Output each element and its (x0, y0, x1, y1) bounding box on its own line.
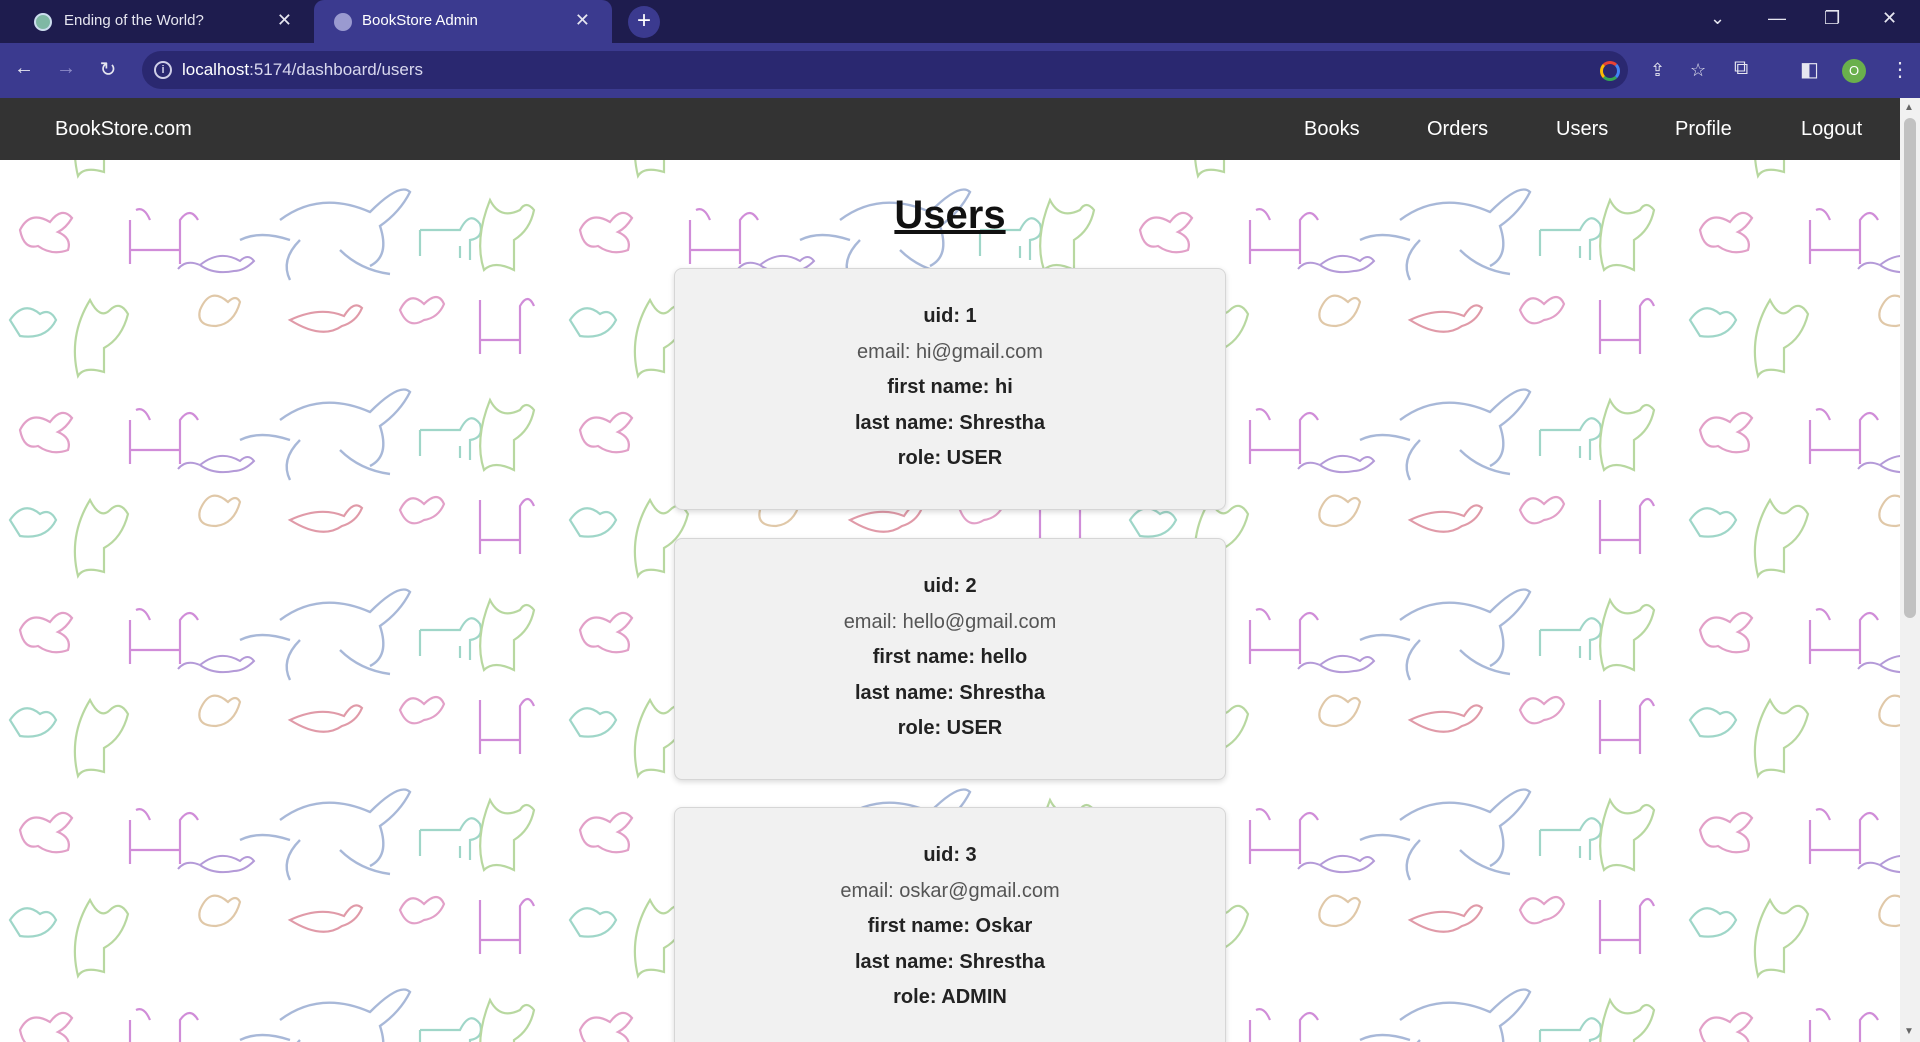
page-title: Users (894, 193, 1006, 237)
user-uid: uid: 1 (923, 305, 977, 327)
nav-link-books[interactable]: Books (1304, 118, 1360, 141)
site-info-icon[interactable]: i (154, 61, 172, 79)
share-icon[interactable]: ⇪ (1650, 60, 1665, 81)
user-email: email: hi@gmail.com (857, 341, 1043, 363)
browser-toolbar: ← → ↻ i localhost:5174/dashboard/users ⇪… (0, 43, 1920, 98)
page-viewport: BookStore.com Books Orders Users Profile… (0, 98, 1920, 1042)
minimize-icon[interactable]: — (1768, 8, 1786, 29)
site-navbar: BookStore.com Books Orders Users Profile… (0, 98, 1900, 160)
tab-search-icon[interactable]: ⌄ (1710, 8, 1725, 29)
url-text: localhost:5174/dashboard/users (182, 60, 424, 79)
user-role: role: USER (897, 717, 1003, 739)
scroll-thumb[interactable] (1904, 118, 1916, 618)
extensions-icon[interactable]: ⧉ (1734, 57, 1748, 80)
globe-icon (334, 13, 352, 31)
google-lens-icon[interactable] (1600, 61, 1620, 81)
page-scrollbar[interactable]: ▲ ▼ (1900, 98, 1920, 1042)
user-card: uid: 1 email: hi@gmail.com first name: h… (674, 268, 1226, 510)
bookmark-star-icon[interactable]: ☆ (1690, 60, 1706, 81)
browser-tab-1[interactable]: Ending of the World? ✕ (0, 0, 314, 43)
user-last-name: last name: Shrestha (854, 682, 1046, 704)
restore-icon[interactable]: ❐ (1824, 8, 1840, 29)
window-close-icon[interactable]: ✕ (1882, 8, 1897, 29)
nav-link-profile[interactable]: Profile (1675, 118, 1732, 141)
scroll-up-icon[interactable]: ▲ (1904, 102, 1914, 113)
user-last-name: last name: Shrestha (854, 412, 1046, 434)
close-icon[interactable]: ✕ (277, 10, 292, 31)
user-role: role: USER (897, 447, 1003, 469)
brand-link[interactable]: BookStore.com (55, 118, 192, 141)
user-uid: uid: 3 (923, 844, 977, 866)
browser-tab-2[interactable]: BookStore Admin ✕ (314, 0, 612, 43)
reload-icon[interactable]: ↻ (94, 57, 122, 82)
user-first-name: first name: hello (872, 646, 1028, 668)
user-last-name: last name: Shrestha (854, 951, 1046, 973)
user-first-name: first name: hi (887, 376, 1013, 398)
user-uid: uid: 2 (923, 575, 977, 597)
forward-icon[interactable]: → (52, 57, 80, 80)
user-email: email: oskar@gmail.com (840, 880, 1060, 902)
address-bar[interactable]: i localhost:5174/dashboard/users ⇪ ☆ (142, 51, 1706, 89)
user-first-name: first name: Oskar (867, 915, 1033, 937)
nav-link-orders[interactable]: Orders (1427, 118, 1488, 141)
user-card: uid: 2 email: hello@gmail.com first name… (674, 538, 1226, 780)
new-tab-button[interactable]: + (628, 6, 660, 38)
user-card: uid: 3 email: oskar@gmail.com first name… (674, 807, 1226, 1042)
close-icon[interactable]: ✕ (575, 10, 590, 31)
browser-tab-strip: Ending of the World? ✕ BookStore Admin ✕… (0, 0, 1920, 43)
browser-tab-title: BookStore Admin (362, 12, 478, 29)
profile-avatar[interactable]: O (1842, 59, 1866, 83)
browser-tab-title: Ending of the World? (64, 12, 204, 29)
chatgpt-icon (34, 13, 52, 31)
user-email: email: hello@gmail.com (843, 611, 1057, 633)
back-icon[interactable]: ← (10, 57, 38, 80)
side-panel-icon[interactable]: ◧ (1800, 57, 1819, 82)
nav-link-logout[interactable]: Logout (1801, 118, 1862, 141)
menu-kebab-icon[interactable]: ⋮ (1890, 57, 1910, 82)
scroll-down-icon[interactable]: ▼ (1904, 1026, 1914, 1037)
user-role: role: ADMIN (893, 986, 1007, 1008)
nav-link-users[interactable]: Users (1556, 118, 1608, 141)
